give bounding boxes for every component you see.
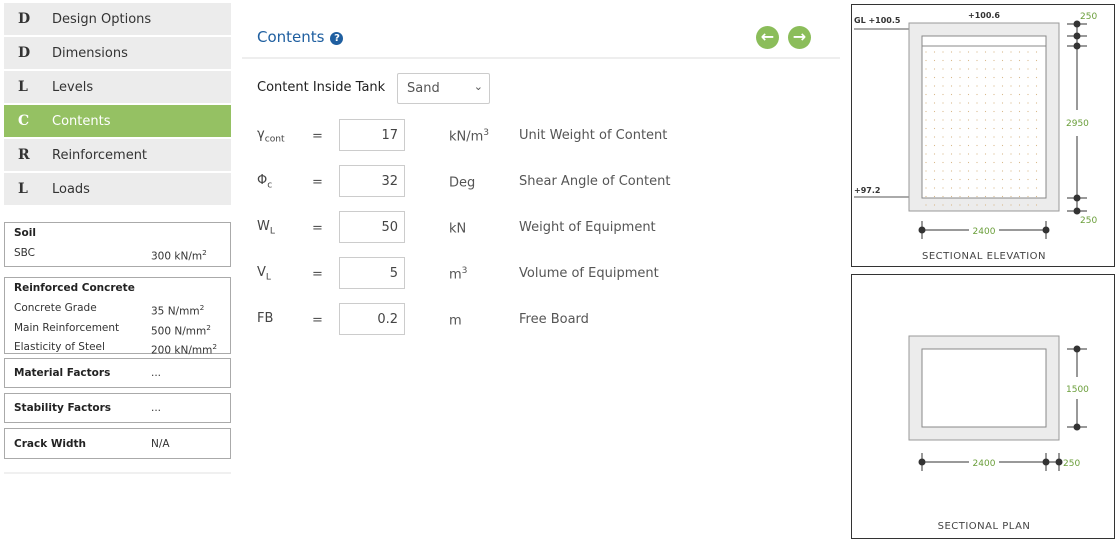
elevation-title: SECTIONAL ELEVATION (922, 251, 1046, 262)
page-title: Contents? (257, 28, 344, 46)
help-icon[interactable]: ? (330, 32, 344, 45)
field-description: Shear Angle of Content (519, 174, 671, 189)
concrete-grade-value: 35 N/mm2 (151, 303, 205, 318)
elasticity-label: Elasticity of Steel (14, 341, 105, 353)
plan-title: SECTIONAL PLAN (938, 521, 1031, 532)
field-unit: m (449, 313, 462, 329)
field-input[interactable]: 17 (339, 119, 405, 151)
plan-wall-dim: 250 (1063, 459, 1080, 469)
plan-diagram: 1500 2400 250 SECTIONAL PLAN (908, 335, 1089, 532)
nav-label: Levels (52, 79, 94, 95)
nav-letter: R (18, 147, 30, 163)
field-symbol: FB (257, 311, 274, 326)
nav-label: Design Options (52, 11, 152, 27)
gl-level: GL +100.5 (854, 16, 901, 25)
select-value: Sand (407, 81, 440, 96)
top-level: +100.6 (968, 11, 1000, 20)
field-description: Volume of Equipment (519, 266, 659, 281)
field-unit: kN/m3 (449, 128, 490, 145)
material-factors-value: ... (151, 367, 162, 379)
bottom-level: +97.2 (854, 186, 880, 195)
header-divider (242, 57, 840, 59)
field-input[interactable]: 32 (339, 165, 405, 197)
width-dim: 2400 (973, 227, 996, 237)
crack-width-label: Crack Width (14, 437, 87, 450)
sectional-elevation-panel: GL +100.5 +100.6 +97.2 250 2950 250 2400… (851, 4, 1115, 267)
elevation-diagram: GL +100.5 +100.6 +97.2 250 2950 250 2400… (854, 11, 1097, 262)
nav-letter: L (18, 181, 28, 197)
plan-width-dim: 2400 (973, 459, 996, 469)
nav-levels[interactable]: L Levels (4, 71, 231, 103)
content-inside-tank-label: Content Inside Tank (257, 80, 386, 95)
reinforced-concrete-summary[interactable]: Reinforced Concrete Concrete Grade 35 N/m… (4, 277, 231, 357)
nav-letter: C (18, 113, 30, 129)
nav-loads[interactable]: L Loads (4, 173, 231, 205)
main-reinforcement-value: 500 N/mm2 (151, 322, 211, 338)
next-arrow-icon[interactable]: → (788, 26, 811, 49)
nav-label: Loads (52, 181, 90, 197)
field-symbol: VL (257, 265, 271, 283)
equals-sign: = (312, 313, 323, 328)
nav-label: Dimensions (52, 45, 128, 61)
stability-factors-value: ... (151, 402, 162, 414)
equals-sign: = (312, 267, 323, 282)
equals-sign: = (312, 175, 323, 190)
stability-factors-label: Stability Factors (14, 402, 112, 414)
field-input[interactable]: 5 (339, 257, 405, 289)
plan-depth-dim: 1500 (1066, 385, 1089, 395)
wall-top-dim: 250 (1080, 12, 1097, 22)
height-dim: 2950 (1066, 119, 1089, 129)
material-factors-summary[interactable]: Material Factors... (4, 358, 231, 388)
stability-factors-summary[interactable]: Stability Factors... (4, 393, 231, 423)
field-symbol: Φc (257, 173, 273, 191)
sbc-value: 300 kN/m2 (151, 248, 207, 263)
nav-reinforcement[interactable]: R Reinforcement (4, 139, 231, 171)
nav-design-options[interactable]: D Design Options (4, 3, 231, 35)
nav-letter: D (18, 11, 31, 27)
field-description: Unit Weight of Content (519, 128, 668, 143)
prev-arrow-icon[interactable]: ← (756, 26, 779, 49)
equals-sign: = (312, 221, 323, 236)
field-unit: kN (449, 221, 467, 237)
field-description: Weight of Equipment (519, 220, 656, 235)
crack-width-summary[interactable]: Crack Width N/A (4, 428, 231, 459)
material-factors-label: Material Factors (14, 367, 111, 379)
nav-label: Contents (52, 113, 111, 129)
nav-label: Reinforcement (52, 147, 148, 163)
field-symbol: γcont (257, 127, 285, 145)
field-input[interactable]: 0.2 (339, 303, 405, 335)
soil-title: Soil (14, 227, 36, 239)
field-symbol: WL (257, 219, 275, 237)
field-unit: Deg (449, 175, 476, 191)
elasticity-value: 200 kN/mm2 (151, 342, 217, 357)
field-description: Free Board (519, 312, 589, 327)
sectional-plan-panel: 1500 2400 250 SECTIONAL PLAN (851, 274, 1115, 539)
content-inside-tank-select[interactable]: Sand ⌄ (397, 73, 490, 104)
sidebar-divider (4, 472, 231, 474)
nav-letter: D (18, 45, 31, 61)
soil-summary[interactable]: Soil SBC 300 kN/m2 (4, 222, 231, 267)
field-input[interactable]: 50 (339, 211, 405, 243)
nav-letter: L (18, 79, 28, 95)
sbc-label: SBC (14, 247, 36, 259)
base-dim: 250 (1080, 216, 1097, 226)
crack-width-value: N/A (151, 437, 170, 450)
chevron-down-icon: ⌄ (473, 80, 483, 93)
rc-title: Reinforced Concrete (14, 282, 135, 294)
concrete-grade-label: Concrete Grade (14, 302, 97, 314)
main-reinforcement-label: Main Reinforcement (14, 321, 120, 334)
nav-dimensions[interactable]: D Dimensions (4, 37, 231, 69)
field-unit: m3 (449, 266, 468, 283)
equals-sign: = (312, 129, 323, 144)
nav-contents[interactable]: C Contents (4, 105, 231, 137)
